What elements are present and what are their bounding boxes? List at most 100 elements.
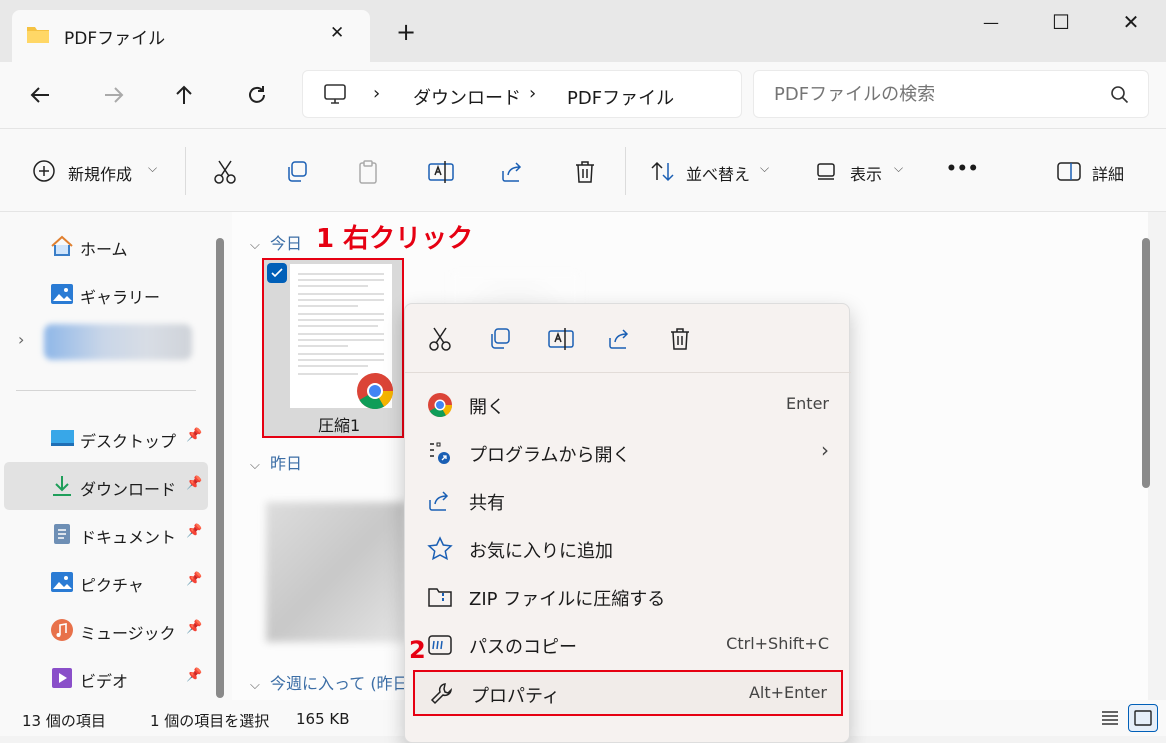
blurred-file-item[interactable] — [266, 502, 406, 642]
file-item-selected[interactable]: 圧縮1 — [262, 258, 404, 438]
menu-item-label: パスのコピー — [469, 637, 577, 658]
chevron-down-icon: ⌵ — [250, 678, 260, 693]
maximize-button[interactable]: ☐ — [1026, 0, 1096, 44]
group-header-this-week[interactable]: ⌵ 今週に入って (昨日 — [250, 670, 409, 694]
blurred-account-item[interactable] — [44, 324, 192, 360]
breadcrumb-separator[interactable]: › — [529, 83, 536, 104]
sidebar-item-desktop[interactable]: デスクトップ 📌 — [4, 416, 208, 460]
arrow-right-icon — [105, 87, 124, 103]
title-bar: PDFファイル ✕ + — ☐ ✕ — [0, 0, 1166, 62]
delete-button[interactable] — [570, 157, 600, 187]
search-input[interactable] — [774, 81, 1094, 107]
close-window-button[interactable]: ✕ — [1096, 0, 1166, 44]
breadcrumb-pdf-folder[interactable]: PDFファイル — [567, 84, 674, 110]
star-icon — [427, 536, 453, 561]
search-icon — [1111, 86, 1129, 104]
annotation-step1: 1 右クリック — [316, 224, 474, 254]
new-tab-button[interactable]: + — [396, 18, 416, 46]
menu-item-properties[interactable]: プロパティ Alt+Enter — [413, 670, 843, 716]
video-icon — [52, 668, 72, 688]
copy-button[interactable] — [282, 157, 312, 187]
sidebar-item-downloads[interactable]: ダウンロード 📌 — [4, 462, 208, 510]
paste-button[interactable] — [354, 157, 384, 187]
arrow-up-icon — [176, 85, 192, 104]
sidebar-item-pictures[interactable]: ピクチャ 📌 — [4, 560, 208, 604]
rename-icon — [428, 161, 454, 183]
pin-icon: 📌 — [186, 620, 203, 635]
breadcrumb-downloads[interactable]: ダウンロード — [413, 84, 521, 110]
back-button[interactable] — [18, 73, 62, 117]
sidebar-item-label: ギャラリー — [80, 288, 161, 307]
more-options-button[interactable]: ••• — [946, 159, 979, 179]
home-icon — [51, 235, 73, 256]
details-label: 詳細 — [1092, 165, 1125, 184]
chevron-down-icon: ⌵ — [894, 161, 904, 175]
expand-chevron-icon[interactable]: › — [18, 330, 24, 349]
sidebar-item-music[interactable]: ミュージック 📌 — [4, 608, 208, 652]
tab-pdf-folder[interactable]: PDFファイル ✕ — [12, 10, 370, 62]
new-button[interactable]: 新規作成 ⌵ — [30, 157, 170, 187]
menu-item-open[interactable]: 開く Enter — [413, 382, 843, 426]
sidebar-item-home[interactable]: ホーム — [4, 224, 208, 268]
context-delete-button[interactable] — [667, 326, 697, 356]
context-cut-button[interactable] — [427, 326, 457, 356]
menu-item-add-favorite[interactable]: お気に入りに追加 — [413, 526, 843, 570]
details-view-icon[interactable] — [1100, 708, 1120, 728]
sort-icon — [651, 161, 674, 182]
menu-item-open-with[interactable]: プログラムから開く › — [413, 430, 843, 474]
sidebar-item-videos[interactable]: ビデオ 📌 — [4, 656, 208, 700]
share-button[interactable] — [498, 157, 528, 187]
up-button[interactable] — [162, 73, 206, 117]
divider — [185, 147, 186, 195]
group-header-today[interactable]: ⌵ 今日 — [250, 230, 302, 254]
tab-close-button[interactable]: ✕ — [330, 23, 344, 43]
minimize-button[interactable]: — — [956, 0, 1026, 44]
tiles-view-button[interactable] — [1128, 704, 1158, 732]
details-pane-button[interactable]: 詳細 — [1054, 157, 1144, 187]
sidebar-item-label: ドキュメント — [80, 528, 177, 547]
divider — [16, 390, 196, 391]
music-icon — [51, 619, 73, 641]
main-scrollbar[interactable] — [1142, 238, 1150, 488]
sidebar-item-documents[interactable]: ドキュメント 📌 — [4, 512, 208, 556]
details-pane-icon — [1057, 162, 1081, 181]
download-icon — [53, 476, 71, 496]
rename-button[interactable] — [426, 157, 456, 187]
context-share-button[interactable] — [607, 326, 637, 356]
context-copy-button[interactable] — [487, 326, 517, 356]
sidebar-scrollbar[interactable] — [216, 238, 224, 698]
view-button[interactable]: 表示 ⌵ — [814, 157, 914, 187]
cut-button[interactable] — [210, 157, 240, 187]
group-header-yesterday[interactable]: ⌵ 昨日 — [250, 450, 302, 474]
sort-label: 並べ替え — [686, 165, 751, 184]
context-menu: 開く Enter プログラムから開く › 共有 お気に入りに追加 ZIP ファイ… — [404, 303, 851, 743]
navigation-bar: › ダウンロード › PDFファイル — [0, 62, 1166, 128]
search-box[interactable] — [753, 70, 1149, 118]
sidebar-item-gallery[interactable]: ギャラリー — [4, 272, 208, 316]
address-bar[interactable]: › ダウンロード › PDFファイル — [302, 70, 742, 118]
share-icon — [502, 162, 522, 182]
menu-item-copy-path[interactable]: パスのコピー Ctrl+Shift+C — [413, 622, 843, 666]
menu-item-share[interactable]: 共有 — [413, 478, 843, 522]
chevron-down-icon: ⌵ — [250, 458, 260, 473]
menu-item-label: ZIP ファイルに圧縮する — [469, 589, 666, 610]
context-rename-button[interactable] — [547, 326, 577, 356]
sidebar-item-label: ダウンロード — [80, 480, 177, 499]
menu-item-label: プロパティ — [471, 686, 560, 707]
breadcrumb-separator[interactable]: › — [373, 83, 380, 104]
sidebar-item-label: ピクチャ — [80, 576, 144, 595]
chrome-icon — [428, 393, 452, 418]
shortcut-label: Ctrl+Shift+C — [726, 634, 829, 653]
forward-button[interactable] — [92, 73, 136, 117]
open-with-icon — [430, 442, 450, 464]
tiles-view-icon — [1134, 710, 1152, 726]
view-icon — [817, 163, 835, 180]
refresh-button[interactable] — [235, 73, 279, 117]
chevron-right-icon: › — [821, 438, 829, 462]
share-icon — [609, 329, 629, 349]
pin-icon: 📌 — [186, 668, 203, 683]
checkbox[interactable] — [267, 263, 287, 283]
wrench-icon — [430, 683, 452, 705]
sort-button[interactable]: 並べ替え ⌵ — [648, 157, 778, 187]
menu-item-compress-zip[interactable]: ZIP ファイルに圧縮する — [413, 574, 843, 618]
